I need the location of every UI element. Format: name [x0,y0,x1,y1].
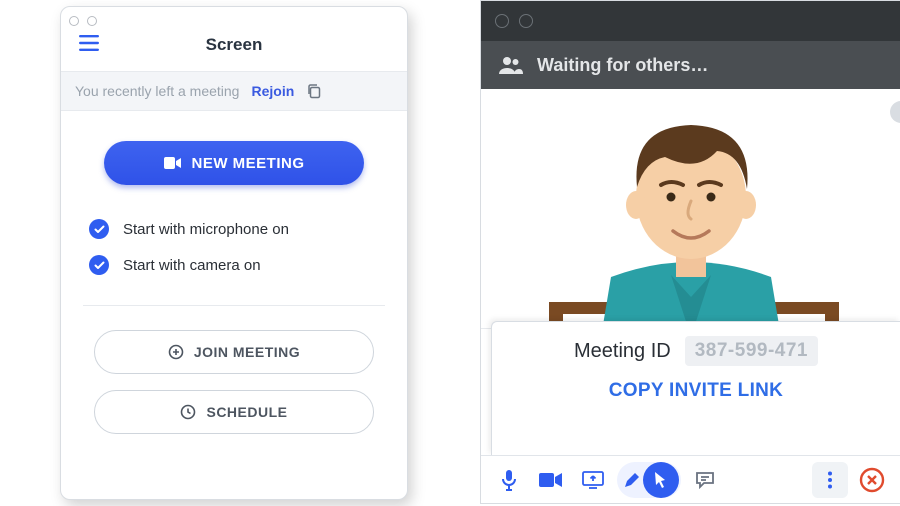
meeting-id-row: Meeting ID 387-599-471 [492,336,900,366]
people-icon [499,56,523,74]
more-vertical-icon [827,471,833,489]
new-meeting-label: NEW MEETING [192,155,305,172]
meeting-info-panel: Meeting ID 387-599-471 COPY INVITE LINK [491,321,900,455]
mic-button[interactable] [491,462,527,498]
checked-icon [89,255,109,275]
schedule-button[interactable]: SCHEDULE [94,390,374,434]
new-meeting-button[interactable]: NEW MEETING [104,141,364,185]
status-bar: Waiting for others… [481,41,900,89]
menu-button[interactable] [79,35,99,51]
page-title: Screen [206,35,263,55]
toggle-list: Start with microphone on Start with came… [83,211,385,306]
traffic-light-minimize[interactable] [519,14,533,28]
pen-icon [623,471,641,489]
copy-icon [306,83,322,99]
copy-button[interactable] [306,83,322,99]
join-meeting-button[interactable]: JOIN MEETING [94,330,374,374]
hamburger-icon [79,35,99,51]
more-button[interactable] [812,462,848,498]
annotate-button[interactable] [617,462,681,498]
rejoin-link[interactable]: Rejoin [251,83,294,99]
cursor-icon [653,471,669,489]
traffic-light-close[interactable] [69,16,79,26]
video-icon [539,472,563,488]
clock-icon [180,404,196,420]
main-window: Screen You recently left a meeting Rejoi… [60,6,408,500]
traffic-light-close[interactable] [495,14,509,28]
window-chrome [61,7,407,27]
main-content: NEW MEETING Start with microphone on Sta… [61,111,407,434]
avatar [521,97,861,329]
meeting-window: Waiting for others… [480,0,900,504]
chat-button[interactable] [687,462,723,498]
join-meeting-label: JOIN MEETING [194,344,300,360]
banner-text: You recently left a meeting [75,83,239,99]
toggle-mic[interactable]: Start with microphone on [89,211,385,247]
rejoin-banner: You recently left a meeting Rejoin [61,71,407,111]
plus-circle-icon [168,344,184,360]
camera-button[interactable] [533,462,569,498]
toggle-camera[interactable]: Start with camera on [89,247,385,283]
close-circle-icon [859,467,885,493]
status-text: Waiting for others… [537,55,708,76]
meeting-id-value[interactable]: 387-599-471 [685,336,818,366]
end-call-button[interactable] [854,462,890,498]
traffic-light-minimize[interactable] [87,16,97,26]
microphone-icon [499,469,519,491]
window-titlebar [481,1,900,41]
toggle-mic-label: Start with microphone on [123,221,289,238]
copy-invite-link-button[interactable]: COPY INVITE LINK [492,380,900,402]
video-area [481,89,900,329]
header: Screen [61,27,407,63]
share-screen-icon [582,471,604,489]
meeting-id-label: Meeting ID [574,340,671,363]
toggle-camera-label: Start with camera on [123,257,261,274]
video-icon [164,156,182,170]
chat-icon [695,471,715,489]
collapse-handle[interactable] [890,101,900,123]
share-screen-button[interactable] [575,462,611,498]
meeting-toolbar [481,455,900,503]
schedule-label: SCHEDULE [206,404,287,420]
checked-icon [89,219,109,239]
